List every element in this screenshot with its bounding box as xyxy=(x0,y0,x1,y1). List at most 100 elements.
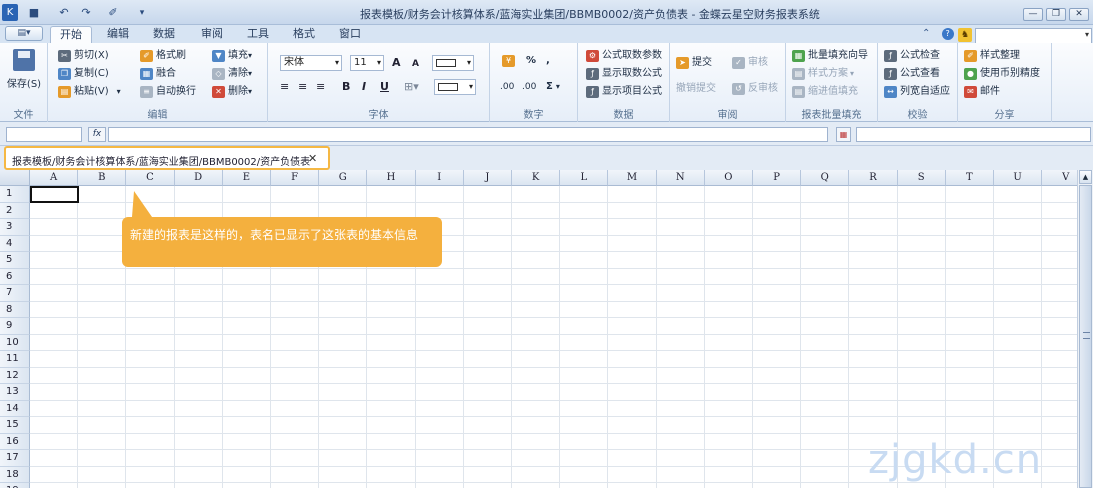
clear-button[interactable]: ◇ 清除 ▾ xyxy=(212,66,252,82)
style-scheme-button[interactable]: ▤ 样式方案 ▾ xyxy=(792,66,854,82)
maximize-button[interactable]: ❐ xyxy=(1046,8,1066,21)
paste-button[interactable]: ▤ 粘贴(V) ▾ xyxy=(58,84,121,100)
quick-format-brush-icon[interactable]: ✐ xyxy=(105,4,121,21)
column-header[interactable]: V xyxy=(1042,170,1077,186)
minimize-button[interactable]: — xyxy=(1023,8,1043,21)
quick-save-icon[interactable]: ■ xyxy=(26,4,42,21)
reverse-approve-button[interactable]: ↺ 反审核 xyxy=(732,81,778,97)
row-header[interactable]: 12 xyxy=(0,367,30,384)
formula-params-button[interactable]: ⚙ 公式取数参数 xyxy=(586,48,662,64)
document-tab[interactable]: 报表模板/财务会计核算体系/蓝海实业集团/BBMB0002/资产负债表 ✕ xyxy=(4,146,330,170)
tab-edit[interactable]: 编辑 xyxy=(98,26,138,43)
column-header[interactable]: B xyxy=(78,170,127,186)
row-header[interactable]: 5 xyxy=(0,252,30,269)
currency-button[interactable]: ¥ xyxy=(502,53,518,69)
column-header[interactable]: J xyxy=(463,170,512,186)
fill-color-select[interactable]: ▾ xyxy=(434,79,476,95)
sum-button[interactable]: Σ ▾ xyxy=(546,79,560,95)
close-button[interactable]: ✕ xyxy=(1069,8,1089,21)
tab-review[interactable]: 审阅 xyxy=(192,26,232,43)
approve-button[interactable]: ✓ 审核 xyxy=(732,55,768,71)
insert-function-button[interactable]: fx xyxy=(88,127,106,142)
style-tidy-button[interactable]: ✐ 样式整理 xyxy=(964,48,1020,64)
column-header[interactable]: I xyxy=(415,170,464,186)
currency-precision-button[interactable]: ● 使用币别精度 xyxy=(964,66,1040,82)
select-all-corner[interactable] xyxy=(0,170,30,186)
decrease-decimal-button[interactable]: .00 xyxy=(522,79,536,95)
row-header[interactable]: 18 xyxy=(0,466,30,483)
scroll-thumb[interactable] xyxy=(1079,185,1092,488)
column-header[interactable]: N xyxy=(656,170,705,186)
align-center-button[interactable]: ≡ xyxy=(298,79,307,95)
column-header[interactable]: R xyxy=(849,170,898,186)
chevron-down-icon[interactable]: ▾ xyxy=(1085,30,1089,39)
row-header[interactable]: 17 xyxy=(0,450,30,467)
mail-button[interactable]: ✉ 邮件 xyxy=(964,84,1000,100)
show-formula-button[interactable]: ƒ 显示取数公式 xyxy=(586,66,662,82)
copy-button[interactable]: ❐ 复制(C) xyxy=(58,66,109,82)
row-header[interactable]: 4 xyxy=(0,235,30,252)
row-header[interactable]: 16 xyxy=(0,433,30,450)
app-logo-icon[interactable]: K xyxy=(2,4,18,21)
bold-button[interactable]: B xyxy=(342,79,350,95)
formula-check-button[interactable]: ƒ 公式检查 xyxy=(884,48,940,64)
delete-button[interactable]: ✕ 删除 ▾ xyxy=(212,84,252,100)
tab-format[interactable]: 格式 xyxy=(284,26,324,43)
selected-cell-a1[interactable] xyxy=(30,186,79,203)
column-header[interactable]: O xyxy=(704,170,753,186)
chevron-down-icon[interactable]: ▾ xyxy=(117,84,121,100)
column-header[interactable]: U xyxy=(994,170,1043,186)
underline-button[interactable]: U xyxy=(380,79,389,95)
formula-view-button[interactable]: ƒ 公式查看 xyxy=(884,66,940,82)
italic-button[interactable]: I xyxy=(362,79,366,95)
chevron-down-icon[interactable]: ▾ xyxy=(556,79,560,95)
font-name-select[interactable]: 宋体 ▾ xyxy=(280,55,342,71)
fill-button[interactable]: ▼ 填充 ▾ xyxy=(212,48,252,64)
tab-tools[interactable]: 工具 xyxy=(238,26,278,43)
cancel-submit-button[interactable]: 撤销提交 xyxy=(676,81,716,97)
row-header[interactable]: 6 xyxy=(0,268,30,285)
row-header[interactable]: 14 xyxy=(0,400,30,417)
row-header[interactable]: 2 xyxy=(0,202,30,219)
show-items-button[interactable]: ƒ 显示项目公式 xyxy=(586,84,662,100)
column-header[interactable]: S xyxy=(897,170,946,186)
cut-button[interactable]: ✂ 剪切(X) xyxy=(58,48,109,64)
column-header[interactable]: D xyxy=(174,170,223,186)
calculator-icon[interactable]: ▦ xyxy=(836,127,851,142)
align-left-button[interactable]: ≡ xyxy=(280,79,289,95)
column-header[interactable]: L xyxy=(560,170,609,186)
percent-button[interactable]: % xyxy=(526,53,536,69)
close-tab-icon[interactable]: ✕ xyxy=(308,152,317,165)
chevron-down-icon[interactable]: ▾ xyxy=(248,66,252,82)
grow-font-button[interactable]: A xyxy=(392,55,401,71)
help-icon[interactable]: ? xyxy=(941,28,954,40)
increase-decimal-button[interactable]: .00 xyxy=(500,79,514,95)
column-header[interactable]: A xyxy=(30,170,79,186)
save-button[interactable]: 保存(S) xyxy=(6,49,42,93)
font-size-select[interactable]: 11 ▾ xyxy=(350,55,384,71)
comma-button[interactable]: , xyxy=(546,53,550,69)
scroll-up-arrow[interactable]: ▲ xyxy=(1079,170,1092,184)
row-header[interactable]: 15 xyxy=(0,417,30,434)
customize-toolbar-icon[interactable]: ▾ xyxy=(135,4,149,21)
format-brush-button[interactable]: ✐ 格式刷 xyxy=(140,48,186,64)
column-header[interactable]: K xyxy=(512,170,561,186)
merge-button[interactable]: ▦ 融合 xyxy=(140,66,176,82)
column-header[interactable]: Q xyxy=(801,170,850,186)
row-header[interactable]: 19 xyxy=(0,483,30,488)
collapse-ribbon-icon[interactable]: ⌃ xyxy=(922,28,930,39)
row-header[interactable]: 8 xyxy=(0,301,30,318)
undo-icon[interactable]: ↶ xyxy=(56,4,72,21)
row-header[interactable]: 11 xyxy=(0,351,30,368)
tab-data[interactable]: 数据 xyxy=(144,26,184,43)
redo-icon[interactable]: ↷ xyxy=(78,4,94,21)
column-header[interactable]: G xyxy=(319,170,368,186)
submit-button[interactable]: ➤ 提交 xyxy=(676,55,712,71)
column-header[interactable]: H xyxy=(367,170,416,186)
row-header[interactable]: 7 xyxy=(0,285,30,302)
column-header[interactable]: C xyxy=(126,170,175,186)
column-header[interactable]: E xyxy=(222,170,271,186)
chevron-down-icon[interactable]: ▾ xyxy=(248,48,252,64)
row-header[interactable]: 3 xyxy=(0,219,30,236)
shrink-font-button[interactable]: A xyxy=(412,56,419,72)
